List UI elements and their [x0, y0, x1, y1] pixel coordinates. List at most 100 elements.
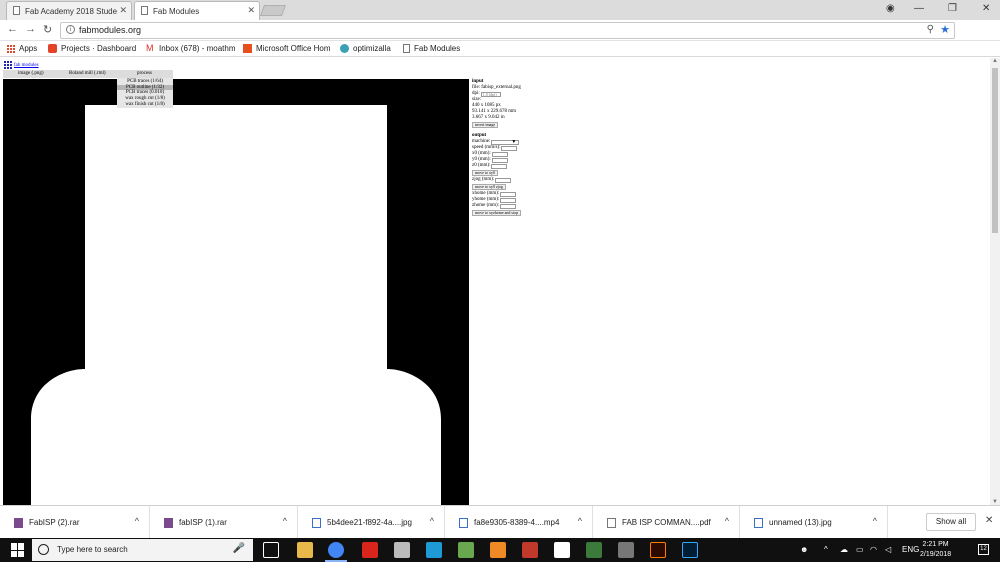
chevron-up-icon[interactable]: ^ — [430, 516, 434, 526]
process-option[interactable]: PCB traces (1/64) — [117, 79, 173, 84]
back-icon[interactable]: ← — [7, 23, 18, 35]
illustrator-icon[interactable] — [650, 542, 666, 558]
forward-icon[interactable]: → — [25, 23, 36, 35]
address-bar[interactable]: i fabmodules.org ⚲ ★ — [60, 22, 955, 39]
scroll-thumb[interactable] — [992, 68, 998, 233]
language-indicator[interactable]: ENG — [902, 545, 919, 554]
taskbar-search[interactable]: Type here to search 🎤 — [32, 539, 253, 561]
zoom-icon[interactable]: ⚲ — [927, 24, 934, 35]
process-option[interactable]: wax rough cut (1/8) — [117, 96, 173, 101]
app-icon[interactable] — [394, 542, 410, 558]
download-item[interactable]: unnamed (13).jpg ^ — [740, 506, 888, 539]
acrobat-icon[interactable] — [362, 542, 378, 558]
process-option[interactable]: PCB traces (0.010) — [117, 90, 173, 95]
photoshop-icon[interactable] — [682, 542, 698, 558]
menu-output-format[interactable]: Roland mill (.rml) — [69, 71, 106, 76]
z0-input[interactable] — [491, 163, 508, 169]
download-item[interactable]: FabISP (2).rar ^ — [0, 506, 150, 539]
url-text[interactable]: fabmodules.org — [79, 25, 141, 35]
tab-fab-modules[interactable]: Fab Modules ✕ — [134, 1, 260, 20]
show-all-button[interactable]: Show all — [926, 513, 976, 531]
bookmark-optimizalla[interactable]: optimizalla — [340, 44, 391, 53]
battery-icon[interactable]: ▭ — [856, 545, 864, 554]
volume-icon[interactable]: ◁ — [885, 545, 891, 554]
process-option[interactable]: wax finish cut (1/8) — [117, 102, 173, 107]
solidworks-icon[interactable] — [522, 542, 538, 558]
browser-toolbar: ← → ↻ i fabmodules.org ⚲ ★ ⋮ — [0, 20, 1000, 56]
move-to-home-button[interactable]: move to xyzhome and stop — [472, 210, 522, 216]
wifi-icon[interactable]: ◠ — [870, 545, 877, 554]
app-icon[interactable] — [554, 542, 570, 558]
system-clock[interactable]: 2:21 PM 2/19/2018 — [920, 540, 951, 560]
bookmark-star-icon[interactable]: ★ — [940, 23, 950, 36]
chevron-up-icon[interactable]: ^ — [135, 516, 139, 526]
app-icon[interactable] — [458, 542, 474, 558]
xhome-row: xhome (mm): — [472, 191, 521, 197]
app-icon[interactable] — [618, 542, 634, 558]
close-icon[interactable]: ✕ — [247, 5, 255, 16]
tab-fab-academy[interactable]: Fab Academy 2018 Stude ✕ — [6, 1, 132, 20]
page-icon — [13, 6, 20, 15]
download-item[interactable]: fa8e9305-8389-4....mp4 ^ — [445, 506, 593, 539]
people-icon[interactable]: ☻ — [800, 545, 808, 554]
microphone-icon[interactable]: 🎤 — [233, 543, 245, 554]
dpi-label: dpi: — [472, 91, 480, 97]
move-to-xy0-button[interactable]: move to xy0 — [472, 170, 498, 176]
window-close-icon[interactable]: ✕ — [982, 3, 990, 14]
arduino-icon[interactable] — [586, 542, 602, 558]
dropdown-arrow-icon: ▼ — [511, 139, 517, 145]
yhome-label: yhome (mm): — [472, 197, 500, 203]
tab-title: Fab Academy 2018 Stude — [25, 6, 118, 16]
xhome-input[interactable] — [500, 191, 517, 197]
fab-modules-link[interactable]: fab modules — [4, 61, 39, 69]
menu-input-format[interactable]: image (.png) — [18, 71, 44, 76]
yhome-row: yhome (mm): — [472, 197, 521, 203]
bookmark-office[interactable]: Microsoft Office Hom — [243, 44, 331, 53]
minimize-icon[interactable]: — — [914, 3, 924, 14]
chevron-up-icon[interactable]: ^ — [725, 516, 729, 526]
y0-input[interactable] — [491, 157, 508, 163]
bookmark-fab-modules[interactable]: Fab Modules — [403, 44, 460, 53]
info-icon[interactable]: i — [66, 25, 75, 34]
process-dropdown[interactable]: PCB traces (1/64) PCB outline (1/32) PCB… — [117, 78, 173, 108]
download-item[interactable]: FAB ISP COMMAN....pdf ^ — [593, 506, 740, 539]
chevron-up-icon[interactable]: ^ — [283, 516, 287, 526]
bookmark-apps[interactable]: Apps — [7, 44, 37, 53]
move-to-xy0-zjog-button[interactable]: move to xy0 zjog — [472, 184, 506, 190]
image-canvas[interactable] — [3, 79, 469, 505]
chevron-up-icon[interactable]: ^ — [578, 516, 582, 526]
zhome-input[interactable] — [500, 203, 517, 209]
x0-input[interactable] — [491, 151, 508, 157]
speed-input[interactable] — [501, 145, 518, 151]
yhome-input[interactable] — [500, 197, 517, 203]
chrome-icon[interactable] — [328, 542, 344, 558]
page-scrollbar[interactable]: ▲ ▼ — [990, 58, 1000, 505]
menu-process[interactable]: process — [137, 71, 152, 76]
chevron-up-icon[interactable]: ^ — [873, 516, 877, 526]
download-name: unnamed (13).jpg — [769, 518, 832, 527]
bookmark-projects[interactable]: Projects · Dashboard — [48, 44, 136, 53]
reload-icon[interactable]: ↻ — [43, 23, 52, 36]
close-icon[interactable]: ✕ — [119, 5, 127, 16]
profile-icon[interactable]: ◉ — [886, 3, 895, 14]
restore-icon[interactable]: ❐ — [948, 3, 957, 14]
machine-label: machine: — [472, 139, 491, 145]
scroll-up-icon[interactable]: ▲ — [992, 58, 998, 64]
ccleaner-icon[interactable] — [426, 542, 442, 558]
download-item[interactable]: fabISP (1).rar ^ — [150, 506, 298, 539]
app-icon[interactable] — [490, 542, 506, 558]
bookmark-inbox[interactable]: M Inbox (678) - moathm — [146, 44, 235, 54]
task-view-icon[interactable] — [263, 542, 279, 558]
file-explorer-icon[interactable] — [297, 542, 313, 558]
notification-center-icon[interactable]: 12 — [978, 544, 989, 555]
close-shelf-icon[interactable]: ✕ — [985, 515, 993, 526]
zjog-input[interactable] — [495, 177, 512, 183]
cloud-icon[interactable]: ☁ — [840, 545, 848, 554]
chevron-up-icon[interactable]: ^ — [824, 545, 828, 554]
new-tab-button[interactable] — [259, 5, 287, 16]
machine-select[interactable]: ▼ — [491, 139, 520, 145]
windows-start-icon[interactable] — [11, 543, 25, 557]
download-item[interactable]: 5b4dee21-f892-4a....jpg ^ — [298, 506, 445, 539]
dpi-input[interactable]: 1.0 (dpi) — [480, 91, 501, 97]
invert-image-button[interactable]: invert image — [472, 122, 499, 128]
